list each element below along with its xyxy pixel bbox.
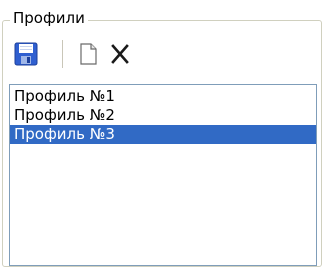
delete-icon: [111, 44, 129, 64]
toolbar: [8, 34, 318, 74]
new-document-icon: [80, 43, 97, 65]
list-item-profile-2[interactable]: Профиль №2: [10, 106, 316, 125]
profiles-list[interactable]: Профиль №1 Профиль №2 Профиль №3: [9, 84, 317, 266]
new-profile-button[interactable]: [74, 40, 102, 68]
delete-profile-button[interactable]: [106, 40, 134, 68]
list-item-profile-1[interactable]: Профиль №1: [10, 87, 316, 106]
group-title: Профили: [10, 8, 88, 28]
save-icon: [14, 42, 38, 66]
list-item-profile-3[interactable]: Профиль №3: [10, 125, 316, 144]
save-button[interactable]: [12, 40, 40, 68]
toolbar-separator: [62, 40, 64, 68]
profiles-panel: Профили Профиль №1 Профиль №2 Профиль №3: [0, 0, 324, 269]
